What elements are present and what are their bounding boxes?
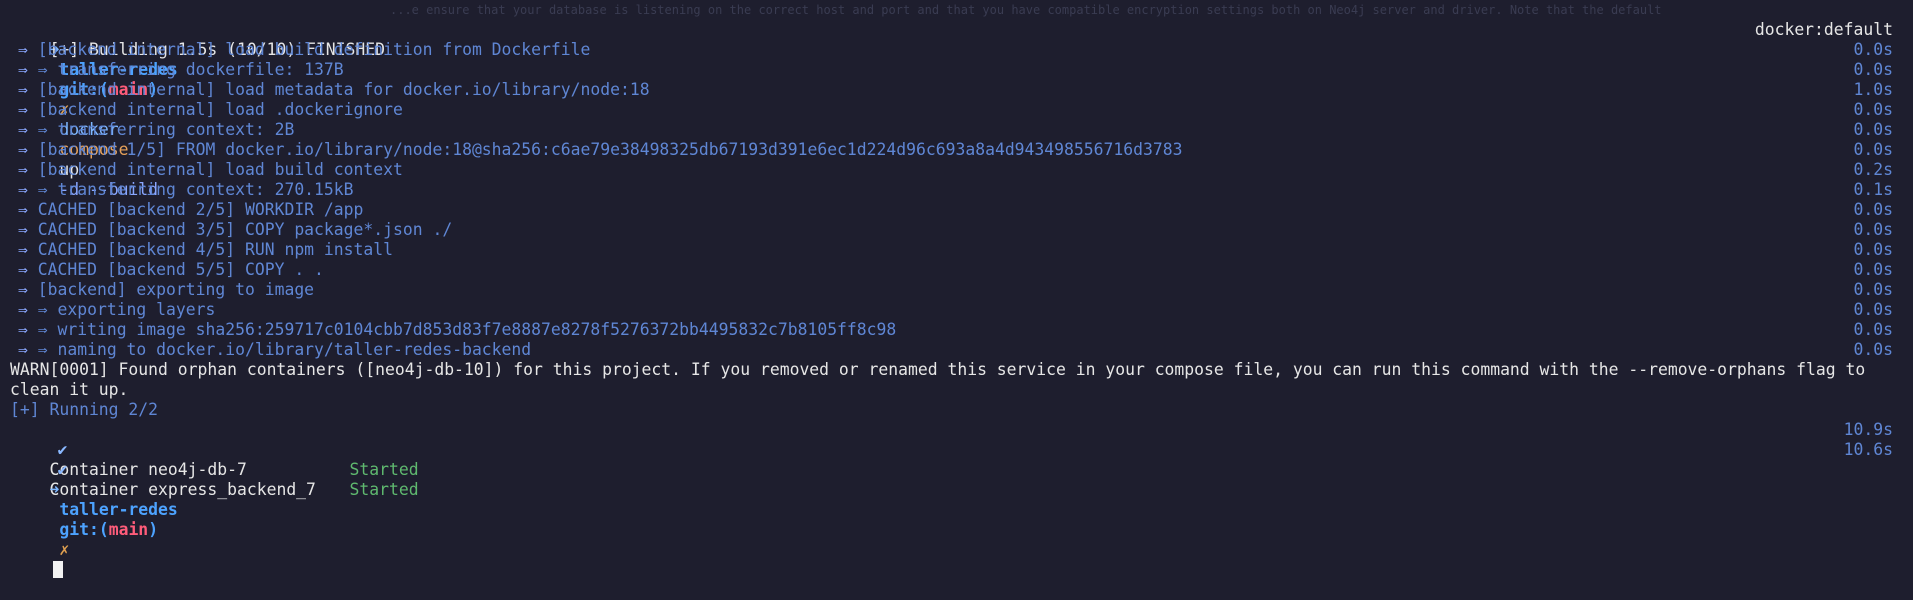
ghost-overlay-text: ...e ensure that your database is listen… xyxy=(390,3,1662,17)
container-time: 10.6s xyxy=(1843,440,1893,459)
build-step: ⇒ ⇒ transferring context: 270.15kB 0.1s xyxy=(10,180,1903,200)
build-step: ⇒ [backend internal] load .dockerignore 0… xyxy=(10,100,1903,120)
step-time: 0.0s xyxy=(1853,120,1893,139)
step-arrow-icon: ⇒ xyxy=(18,140,28,159)
build-step: ⇒ CACHED [backend 4/5] RUN npm install 0.… xyxy=(10,240,1903,260)
warning-line-continued: clean it up. xyxy=(10,380,1903,400)
running-header-text: [+] Running 2/2 xyxy=(10,400,159,419)
warning-text-continued: clean it up. xyxy=(10,380,129,399)
build-step: ⇒ ⇒ exporting layers 0.0s xyxy=(10,300,1903,320)
step-text: ⇒ naming to docker.io/library/taller-red… xyxy=(37,340,532,359)
text-cursor[interactable] xyxy=(53,561,64,578)
step-arrow-icon: ⇒ xyxy=(18,300,28,319)
build-header: [+] Building 1.5s (10/10) FINISHED docke… xyxy=(10,20,1903,59)
step-time: 0.0s xyxy=(1853,40,1893,59)
build-step: ⇒ ⇒ transferring context: 2B 0.0s xyxy=(10,120,1903,140)
build-step: ⇒ [backend internal] load metadata for d… xyxy=(10,80,1903,100)
step-time: 0.0s xyxy=(1853,200,1893,219)
step-text: ⇒ transferring context: 2B xyxy=(37,120,295,139)
step-time: 0.0s xyxy=(1853,100,1893,119)
build-step: ⇒ [backend] exporting to image 0.0s xyxy=(10,280,1903,300)
warning-text: WARN[0001] Found orphan containers ([neo… xyxy=(10,360,1866,379)
step-arrow-icon: ⇒ xyxy=(18,80,28,99)
step-text: CACHED [backend 2/5] WORKDIR /app xyxy=(37,200,364,219)
step-arrow-icon: ⇒ xyxy=(18,100,28,119)
step-time: 0.0s xyxy=(1853,300,1893,319)
step-text: ⇒ exporting layers xyxy=(37,300,216,319)
step-time: 0.0s xyxy=(1853,220,1893,239)
step-time: 0.0s xyxy=(1853,340,1893,359)
container-name: Container express_backend_7 xyxy=(49,480,316,499)
step-text: ⇒ writing image sha256:259717c0104cbb7d8… xyxy=(37,320,897,339)
step-text: [backend] exporting to image xyxy=(37,280,315,299)
build-step: ⇒ CACHED [backend 5/5] COPY . . 0.0s xyxy=(10,260,1903,280)
step-text: ⇒ transferring dockerfile: 137B xyxy=(37,60,344,79)
container-row: ✔ Container express_backend_7 Started 10.… xyxy=(10,440,1903,499)
step-arrow-icon: ⇒ xyxy=(18,160,28,179)
step-time: 1.0s xyxy=(1853,80,1893,99)
terminal-window[interactable]: ...e ensure that your database is listen… xyxy=(0,0,1913,578)
warning-line: WARN[0001] Found orphan containers ([neo… xyxy=(10,360,1903,380)
step-arrow-icon: ⇒ xyxy=(18,280,28,299)
prompt-line-active[interactable]: ➜ taller-redes git:(main) ✗ xyxy=(10,460,1903,578)
step-arrow-icon: ⇒ xyxy=(18,200,28,219)
step-arrow-icon: ⇒ xyxy=(18,40,28,59)
step-arrow-icon: ⇒ xyxy=(18,220,28,239)
step-text: [backend internal] load metadata for doc… xyxy=(37,80,650,99)
step-time: 0.2s xyxy=(1853,160,1893,179)
step-text: [backend internal] load build context xyxy=(37,160,403,179)
step-arrow-icon: ⇒ xyxy=(18,340,28,359)
build-step: ⇒ ⇒ naming to docker.io/library/taller-r… xyxy=(10,340,1903,360)
prompt-directory: taller-redes xyxy=(59,500,178,519)
step-text: [backend internal] load .dockerignore xyxy=(37,100,403,119)
step-time: 0.0s xyxy=(1853,320,1893,339)
step-text: CACHED [backend 3/5] COPY package*.json … xyxy=(37,220,453,239)
step-arrow-icon: ⇒ xyxy=(18,180,28,199)
prompt-git-suffix: ) xyxy=(148,520,159,539)
step-time: 0.0s xyxy=(1853,60,1893,79)
build-context-tag: docker:default xyxy=(1754,20,1893,39)
build-step: ⇒ ⇒ transferring dockerfile: 137B 0.0s xyxy=(10,60,1903,80)
build-step: ⇒ [backend 1/5] FROM docker.io/library/n… xyxy=(10,140,1903,160)
step-arrow-icon: ⇒ xyxy=(18,240,28,259)
step-arrow-icon: ⇒ xyxy=(18,260,28,279)
step-text: [backend internal] load build definition… xyxy=(37,40,591,59)
prompt-arrow-icon: ➜ xyxy=(49,480,60,499)
prompt-dirty-icon: ✗ xyxy=(59,540,70,559)
step-text: [backend 1/5] FROM docker.io/library/nod… xyxy=(37,140,1183,159)
container-status: Started xyxy=(349,480,419,499)
step-arrow-icon: ⇒ xyxy=(18,60,28,79)
step-time: 0.1s xyxy=(1853,180,1893,199)
step-text: ⇒ transferring context: 270.15kB xyxy=(37,180,354,199)
prompt-line-command: ...e ensure that your database is listen… xyxy=(10,0,1903,199)
prompt-git-branch: main xyxy=(108,520,149,539)
prompt-git-prefix: git:( xyxy=(59,520,109,539)
step-text: CACHED [backend 4/5] RUN npm install xyxy=(37,240,393,259)
container-row: ✔ Container neo4j-db-7 Started 10.9s xyxy=(10,420,1903,479)
step-arrow-icon: ⇒ xyxy=(18,320,28,339)
step-time: 0.0s xyxy=(1853,280,1893,299)
step-arrow-icon: ⇒ xyxy=(18,120,28,139)
build-step: ⇒ [backend internal] load build definiti… xyxy=(10,40,1903,60)
build-step: ⇒ CACHED [backend 2/5] WORKDIR /app 0.0s xyxy=(10,200,1903,220)
step-time: 0.0s xyxy=(1853,140,1893,159)
running-header: [+] Running 2/2 xyxy=(10,400,1903,420)
step-time: 0.0s xyxy=(1853,240,1893,259)
build-step: ⇒ CACHED [backend 3/5] COPY package*.jso… xyxy=(10,220,1903,240)
container-time: 10.9s xyxy=(1843,420,1893,439)
build-step: ⇒ ⇒ writing image sha256:259717c0104cbb7… xyxy=(10,320,1903,340)
build-step: ⇒ [backend internal] load build context 0… xyxy=(10,160,1903,180)
step-text: CACHED [backend 5/5] COPY . . xyxy=(37,260,324,279)
step-time: 0.0s xyxy=(1853,260,1893,279)
